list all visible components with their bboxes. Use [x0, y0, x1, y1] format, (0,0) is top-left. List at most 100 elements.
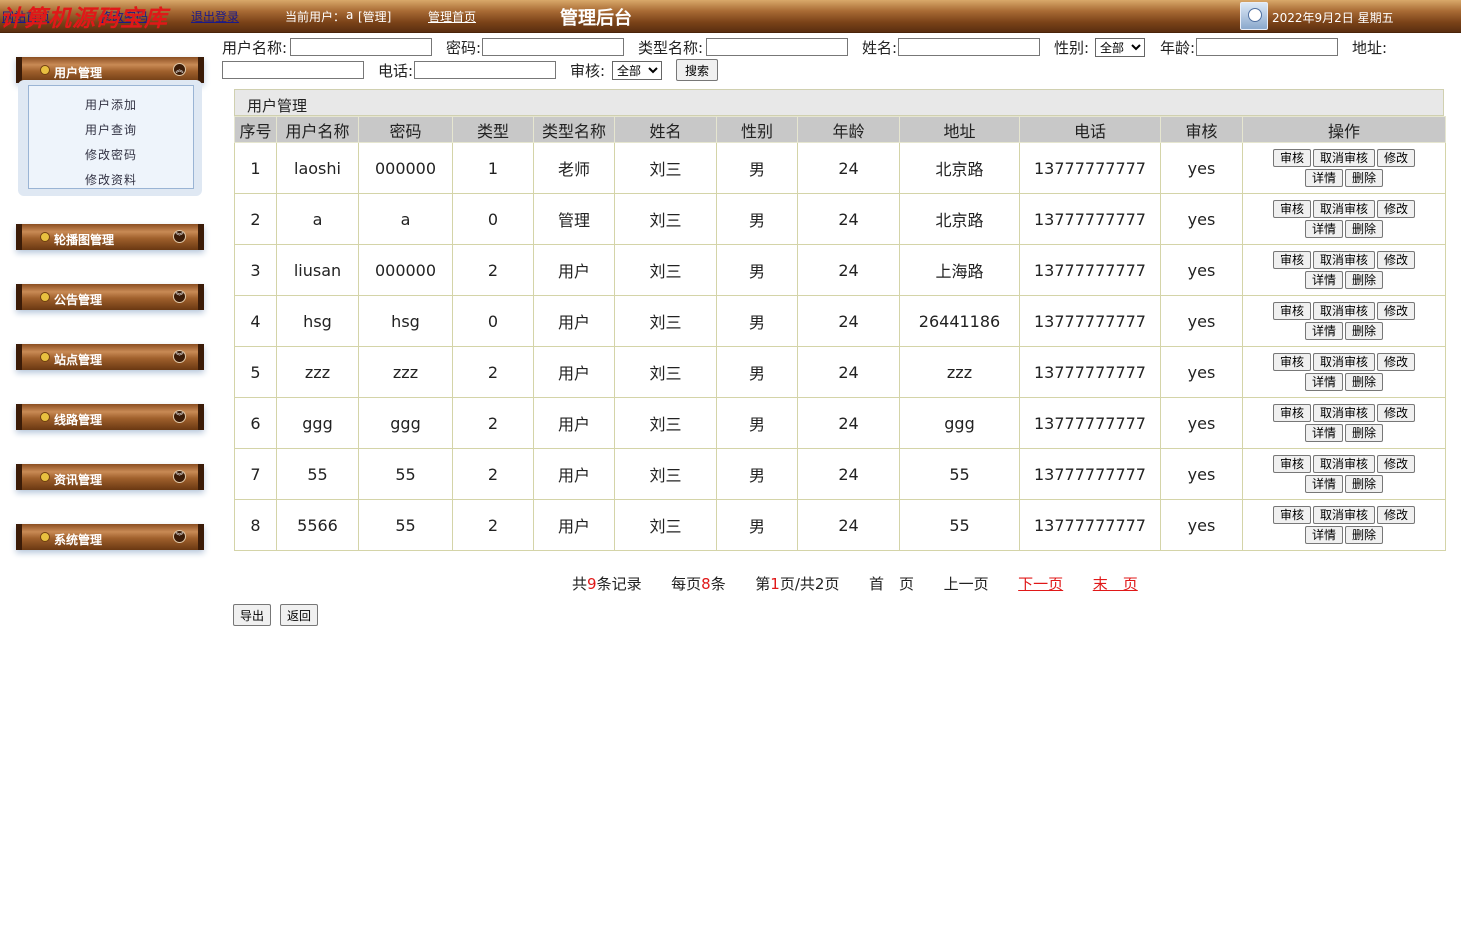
password-label: 密码: [446, 39, 482, 57]
menu-news-management[interactable]: 资讯管理 ︾ [16, 464, 204, 490]
menu-carousel-management[interactable]: 轮播图管理 ︾ [16, 224, 204, 250]
menu-title: 站点管理 [54, 353, 103, 367]
audit-button[interactable]: 审核 [1272, 302, 1311, 320]
typename-label: 类型名称: [638, 39, 704, 57]
table-cell: 男 [716, 295, 798, 347]
audit-button[interactable]: 审核 [1272, 353, 1311, 371]
detail-button[interactable]: 详情 [1304, 526, 1343, 544]
cancel-audit-button[interactable]: 取消审核 [1312, 353, 1375, 371]
menu-station-management[interactable]: 站点管理 ︾ [16, 344, 204, 370]
back-button[interactable]: 返回 [280, 604, 319, 626]
address-input[interactable] [222, 61, 364, 79]
gender-select[interactable]: 全部 [1095, 38, 1145, 57]
menu-header[interactable]: 系统管理 ︾ [16, 524, 204, 550]
delete-button[interactable]: 删除 [1345, 169, 1384, 187]
table-cell: 000000 [358, 142, 453, 194]
submenu-query-user[interactable]: 用户查询 [29, 121, 193, 138]
detail-button[interactable]: 详情 [1304, 424, 1343, 442]
password-input[interactable] [482, 38, 624, 56]
table-cell: 5 [234, 346, 277, 398]
delete-button[interactable]: 删除 [1345, 475, 1384, 493]
expand-icon[interactable]: ︾ [173, 410, 186, 423]
menu-header[interactable]: 站点管理 ︾ [16, 344, 204, 370]
table-cell: 用户 [533, 448, 615, 500]
menu-notice-management[interactable]: 公告管理 ︾ [16, 284, 204, 310]
username-input[interactable] [290, 38, 432, 56]
delete-button[interactable]: 删除 [1345, 526, 1384, 544]
edit-button[interactable]: 修改 [1377, 404, 1416, 422]
detail-button[interactable]: 详情 [1304, 322, 1343, 340]
admin-home-link[interactable]: 管理首页 [428, 8, 476, 25]
cancel-audit-button[interactable]: 取消审核 [1312, 404, 1375, 422]
edit-button[interactable]: 修改 [1377, 149, 1416, 167]
audit-button[interactable]: 审核 [1272, 149, 1311, 167]
phone-input[interactable] [414, 61, 556, 79]
submenu-change-password[interactable]: 修改密码 [29, 146, 193, 163]
edit-button[interactable]: 修改 [1377, 353, 1416, 371]
menu-route-management[interactable]: 线路管理 ︾ [16, 404, 204, 430]
detail-button[interactable]: 详情 [1304, 271, 1343, 289]
delete-button[interactable]: 删除 [1345, 220, 1384, 238]
detail-button[interactable]: 详情 [1304, 373, 1343, 391]
expand-icon[interactable]: ︾ [173, 350, 186, 363]
table-cell: 男 [716, 346, 798, 398]
table-cell: 13777777777 [1019, 142, 1161, 194]
delete-button[interactable]: 删除 [1345, 373, 1384, 391]
bullet-icon [40, 412, 50, 422]
submenu-edit-profile[interactable]: 修改资料 [29, 171, 193, 188]
export-button[interactable]: 导出 [233, 604, 272, 626]
table-cell: 管理 [533, 193, 615, 245]
audit-select[interactable]: 全部 [612, 61, 662, 80]
audit-button[interactable]: 审核 [1272, 404, 1311, 422]
last-page-link[interactable]: 末 页 [1093, 575, 1138, 593]
delete-button[interactable]: 删除 [1345, 424, 1384, 442]
menu-title: 线路管理 [54, 413, 103, 427]
menu-system-management[interactable]: 系统管理 ︾ [16, 524, 204, 550]
cancel-audit-button[interactable]: 取消审核 [1312, 149, 1375, 167]
delete-button[interactable]: 删除 [1345, 322, 1384, 340]
expand-icon[interactable]: ︾ [173, 290, 186, 303]
per-pre: 每页 [671, 575, 702, 593]
table-row: 4 hsg hsg 0 用户 刘三男 24 26441186 13777777777 yes 审核取… [234, 295, 1446, 347]
next-page-link[interactable]: 下一页 [1018, 575, 1063, 593]
logout-link[interactable]: 退出登录 [191, 8, 239, 25]
search-button[interactable]: 搜索 [676, 59, 718, 81]
menu-header[interactable]: 轮播图管理 ︾ [16, 224, 204, 250]
detail-button[interactable]: 详情 [1304, 475, 1343, 493]
delete-button[interactable]: 删除 [1345, 271, 1384, 289]
edit-button[interactable]: 修改 [1377, 455, 1416, 473]
submenu-add-user[interactable]: 用户添加 [29, 96, 193, 113]
bullet-icon [40, 532, 50, 542]
age-input[interactable] [1196, 38, 1338, 56]
detail-button[interactable]: 详情 [1304, 220, 1343, 238]
cancel-audit-button[interactable]: 取消审核 [1312, 251, 1375, 269]
cancel-audit-button[interactable]: 取消审核 [1312, 455, 1375, 473]
table-cell: ggg [276, 397, 359, 449]
audit-button[interactable]: 审核 [1272, 251, 1311, 269]
menu-header[interactable]: 资讯管理 ︾ [16, 464, 204, 490]
expand-icon[interactable]: ︾ [173, 530, 186, 543]
edit-button[interactable]: 修改 [1377, 302, 1416, 320]
edit-button[interactable]: 修改 [1377, 200, 1416, 218]
ops-cell: 审核 取消审核 修改详情 删除 [1242, 295, 1446, 347]
audit-button[interactable]: 审核 [1272, 506, 1311, 524]
expand-icon[interactable]: ︾ [173, 470, 186, 483]
cancel-audit-button[interactable]: 取消审核 [1312, 506, 1375, 524]
expand-icon[interactable]: ︾ [173, 230, 186, 243]
cancel-audit-button[interactable]: 取消审核 [1312, 302, 1375, 320]
menu-header[interactable]: 线路管理 ︾ [16, 404, 204, 430]
audit-button[interactable]: 审核 [1272, 200, 1311, 218]
table-cell: 55 [899, 499, 1020, 551]
table-row: 1 laoshi 000000 1 老师 刘三男 24 北京路 13777777777 yes 审核… [234, 142, 1446, 194]
detail-button[interactable]: 详情 [1304, 169, 1343, 187]
menu-header[interactable]: 公告管理 ︾ [16, 284, 204, 310]
cancel-audit-button[interactable]: 取消审核 [1312, 200, 1375, 218]
edit-button[interactable]: 修改 [1377, 251, 1416, 269]
collapse-icon[interactable]: ︽ [173, 63, 186, 76]
name-input[interactable] [898, 38, 1040, 56]
audit-button[interactable]: 审核 [1272, 455, 1311, 473]
edit-button[interactable]: 修改 [1377, 506, 1416, 524]
table-cell: laoshi [276, 142, 359, 194]
typename-input[interactable] [706, 38, 848, 56]
table-cell: zzz [276, 346, 359, 398]
